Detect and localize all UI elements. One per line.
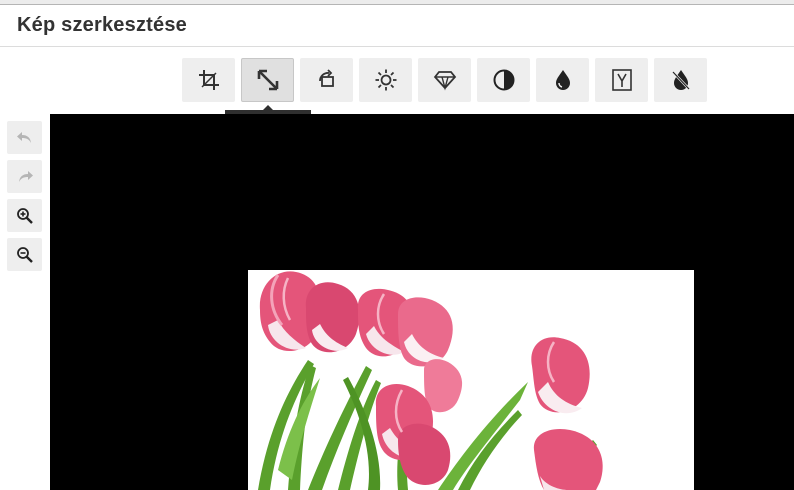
undo-icon <box>16 131 31 143</box>
image-canvas[interactable] <box>50 114 794 490</box>
zoom-out-icon <box>16 246 33 263</box>
sun-icon <box>375 69 396 91</box>
brightness-button[interactable] <box>359 58 412 102</box>
blur-button[interactable] <box>654 58 707 102</box>
gamma-icon <box>611 69 632 91</box>
diamond-icon <box>433 71 456 91</box>
resize-icon <box>257 69 278 91</box>
sharpness-button[interactable] <box>536 58 589 102</box>
rotate-icon <box>318 69 334 87</box>
redo-icon <box>18 170 33 182</box>
contrast-button[interactable] <box>477 58 530 102</box>
gamma-button[interactable] <box>595 58 648 102</box>
resize-button[interactable] <box>241 58 294 102</box>
tulip-photo[interactable] <box>248 270 694 490</box>
dialog-header: Kép szerkesztése <box>0 5 794 47</box>
dialog-title: Kép szerkesztése <box>17 14 187 36</box>
undo-button[interactable] <box>7 121 42 154</box>
crop-button[interactable] <box>182 58 235 102</box>
zoom-in-button[interactable] <box>7 199 42 232</box>
tulip-illustration <box>258 271 603 490</box>
drop-off-icon <box>671 70 690 90</box>
zoom-in-icon <box>16 207 33 224</box>
zoom-out-button[interactable] <box>7 238 42 271</box>
rotate-button[interactable] <box>300 58 353 102</box>
saturation-button[interactable] <box>418 58 471 102</box>
crop-icon <box>198 70 219 90</box>
contrast-icon <box>493 69 514 91</box>
redo-button[interactable] <box>7 160 42 193</box>
drop-icon <box>555 70 570 90</box>
